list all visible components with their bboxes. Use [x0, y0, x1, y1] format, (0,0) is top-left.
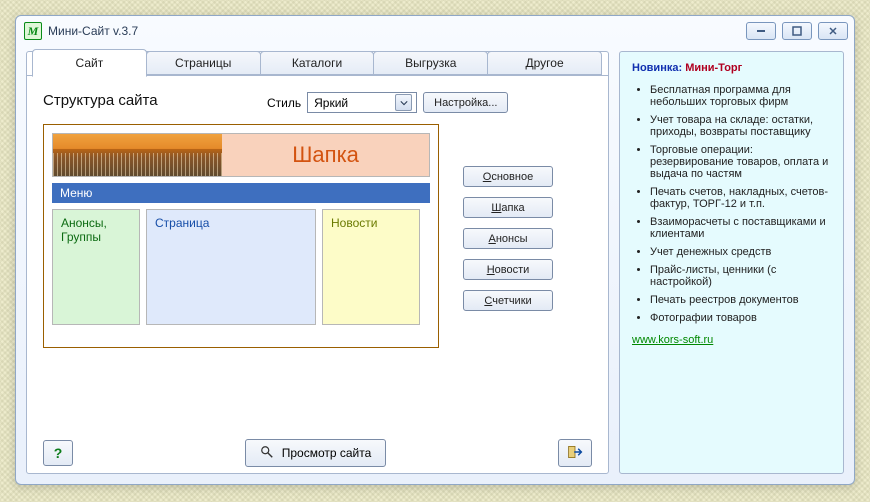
tab-label: Страницы — [175, 56, 231, 70]
app-icon: M — [24, 22, 42, 40]
info-item: Печать счетов, накладных, счетов-фактур,… — [650, 186, 831, 210]
preview-news-label: Новости — [331, 216, 377, 230]
style-select[interactable]: Яркий — [307, 92, 417, 113]
maximize-button[interactable] — [782, 22, 812, 40]
exit-icon — [567, 444, 583, 463]
help-icon: ? — [54, 445, 63, 461]
preview-menu[interactable]: Меню — [52, 183, 430, 203]
info-item: Учет товара на складе: остатки, приходы,… — [650, 114, 831, 138]
info-headline: Новинка: Мини-Торг — [632, 62, 831, 74]
tab-label: Другое — [526, 56, 564, 70]
title-bar: M Мини-Сайт v.3.7 — [16, 16, 854, 46]
exit-button[interactable] — [558, 439, 592, 467]
info-headline-label: Новинка: — [632, 62, 685, 74]
main-panel: Сайт Страницы Каталоги Выгрузка Другое С… — [26, 51, 609, 474]
info-panel: Новинка: Мини-Торг Бесплатная программа … — [619, 51, 844, 474]
preview-site-button[interactable]: Просмотр сайта — [245, 439, 387, 467]
info-list: Бесплатная программа для небольших торго… — [632, 84, 831, 324]
tab-content: Структура сайта Стиль Яркий Настройка... — [27, 75, 608, 473]
info-item: Торговые операции: резервирование товаро… — [650, 144, 831, 180]
app-window: M Мини-Сайт v.3.7 Сайт Страницы Каталоги… — [15, 15, 855, 485]
style-selected: Яркий — [314, 96, 348, 110]
preview-news[interactable]: Новости — [322, 209, 420, 325]
header-section-button[interactable]: Шапка — [463, 197, 553, 218]
main-section-button[interactable]: Основное — [463, 166, 553, 187]
style-row: Стиль Яркий Настройка... — [267, 92, 508, 113]
news-section-button[interactable]: Новости — [463, 259, 553, 280]
minimize-button[interactable] — [746, 22, 776, 40]
button-label: нонсы — [496, 233, 528, 245]
anons-section-button[interactable]: Анонсы — [463, 228, 553, 249]
preview-page[interactable]: Страница — [146, 209, 316, 325]
preview-header[interactable]: Шапка — [52, 133, 430, 177]
bottom-bar: ? Просмотр сайта — [43, 439, 592, 467]
style-label: Стиль — [267, 96, 301, 110]
tab-bar: Сайт Страницы Каталоги Выгрузка Другое — [33, 51, 602, 75]
preview-anons[interactable]: Анонсы, Группы — [52, 209, 140, 325]
section-buttons: Основное Шапка Анонсы Новости Счетчики — [463, 166, 553, 311]
counters-section-button[interactable]: Счетчики — [463, 290, 553, 311]
tab-pages[interactable]: Страницы — [146, 51, 261, 75]
style-settings-button[interactable]: Настройка... — [423, 92, 508, 113]
info-item: Прайс-листы, ценники (с настройкой) — [650, 264, 831, 288]
info-item: Учет денежных средств — [650, 246, 831, 258]
button-label: апка — [501, 202, 524, 214]
tab-label: Выгрузка — [405, 56, 456, 70]
preview-header-label: Шапка — [222, 134, 429, 176]
info-item: Бесплатная программа для небольших торго… — [650, 84, 831, 108]
info-item: Фотографии товаров — [650, 312, 831, 324]
button-label: сновное — [491, 171, 533, 183]
button-label: Просмотр сайта — [282, 446, 372, 460]
info-item: Взаиморасчеты с поставщиками и клиентами — [650, 216, 831, 240]
magnifier-icon — [260, 445, 274, 462]
tab-label: Сайт — [76, 56, 104, 70]
preview-header-image — [53, 134, 222, 176]
tab-export[interactable]: Выгрузка — [373, 51, 488, 75]
preview-menu-label: Меню — [60, 186, 92, 200]
button-label: Настройка... — [434, 97, 497, 109]
button-label: четчики — [492, 295, 531, 307]
tab-site[interactable]: Сайт — [32, 49, 147, 77]
info-product: Мини-Торг — [685, 62, 742, 74]
close-button[interactable] — [818, 22, 848, 40]
tab-label: Каталоги — [292, 56, 342, 70]
info-item: Печать реестров документов — [650, 294, 831, 306]
chevron-down-icon — [395, 94, 412, 111]
window-title: Мини-Сайт v.3.7 — [48, 24, 138, 38]
window-controls — [746, 22, 848, 40]
site-structure-preview: Шапка Меню Анонсы, Группы Страница Но — [43, 124, 439, 348]
tab-other[interactable]: Другое — [487, 51, 602, 75]
button-label: овости — [495, 264, 530, 276]
preview-page-label: Страница — [155, 216, 209, 230]
tab-catalogs[interactable]: Каталоги — [260, 51, 375, 75]
info-link[interactable]: www.kors-soft.ru — [632, 334, 713, 346]
preview-anons-label: Анонсы, Группы — [61, 216, 107, 244]
help-button[interactable]: ? — [43, 440, 73, 466]
